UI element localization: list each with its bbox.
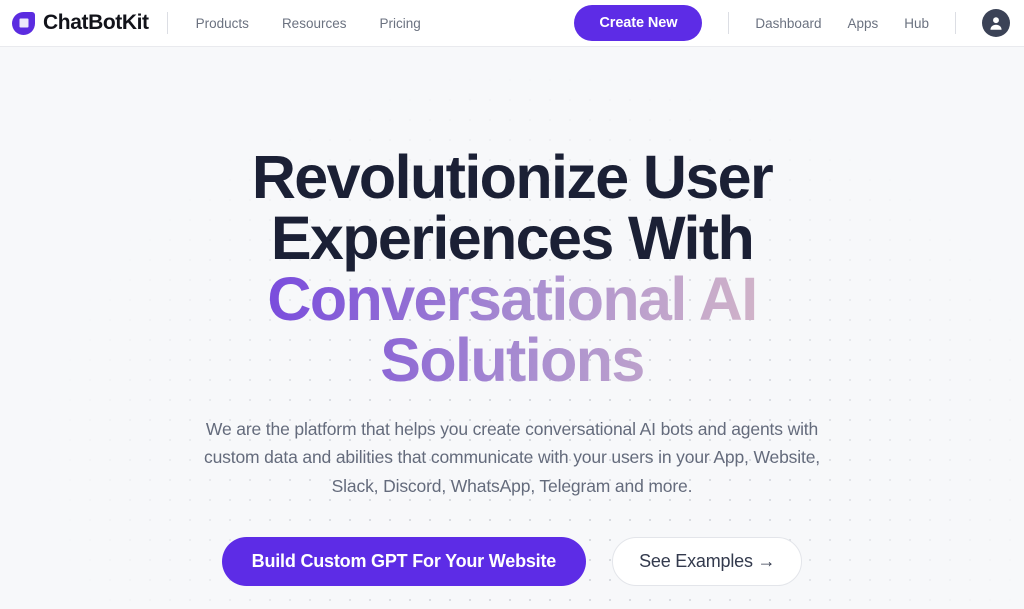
headline-line-4: Solutions [62, 330, 962, 391]
page-title: Revolutionize User Experiences With Conv… [62, 147, 962, 391]
nav-item-pricing[interactable]: Pricing [379, 16, 420, 31]
primary-nav: Products Resources Pricing [196, 16, 421, 31]
header-divider-right [955, 12, 956, 34]
chatbotkit-droplet-logo-icon [12, 11, 35, 35]
site-header: ChatBotKit Products Resources Pricing Cr… [0, 0, 1024, 47]
build-custom-gpt-button[interactable]: Build Custom GPT For Your Website [221, 537, 587, 587]
user-avatar-icon[interactable] [982, 9, 1010, 37]
create-new-button[interactable]: Create New [574, 5, 703, 41]
nav-item-resources[interactable]: Resources [282, 16, 347, 31]
brand-logo-link[interactable]: ChatBotKit [12, 11, 149, 35]
secondary-nav: Create New Dashboard Apps Hub [574, 5, 1010, 41]
header-divider-middle [728, 12, 730, 34]
hero-content: Revolutionize User Experiences With Conv… [62, 47, 962, 587]
headline-line-2: Experiences With [270, 204, 755, 272]
hero-subcopy: We are the platform that helps you creat… [203, 419, 821, 496]
header-divider-left [166, 12, 168, 34]
see-examples-button[interactable]: See Examples → [612, 537, 803, 587]
brand-name: ChatBotKit [43, 11, 149, 34]
nav-item-products[interactable]: Products [196, 16, 249, 31]
hero-section: Revolutionize User Experiences With Conv… [0, 47, 1024, 609]
nav-item-hub[interactable]: Hub [904, 16, 929, 31]
headline-line-3: Conversational AI [62, 269, 962, 330]
headline-line-1: Revolutionize User [251, 143, 774, 211]
nav-item-dashboard[interactable]: Dashboard [755, 16, 821, 31]
hero-cta-row: Build Custom GPT For Your Website See Ex… [62, 537, 962, 587]
nav-item-apps[interactable]: Apps [847, 16, 878, 31]
